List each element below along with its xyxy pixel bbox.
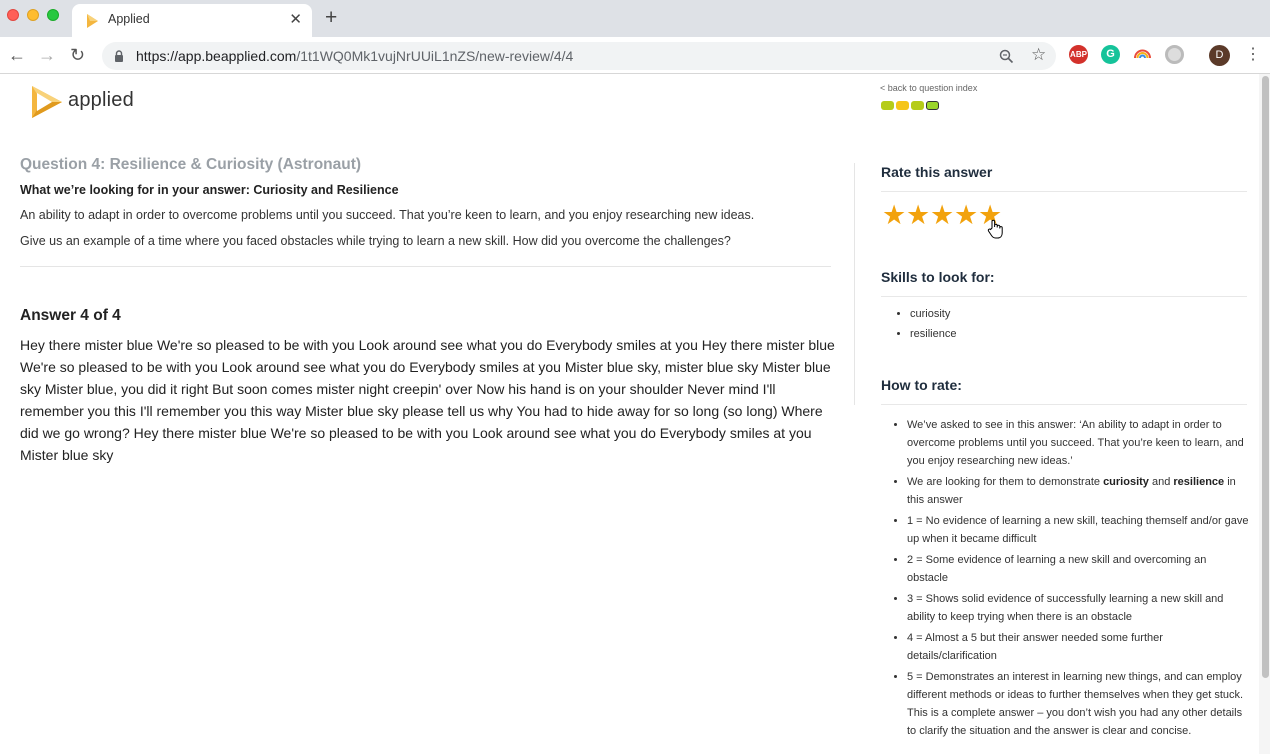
skills-list: curiosity resilience <box>910 307 956 347</box>
window-maximize-button[interactable] <box>47 9 59 21</box>
browser-tab-bar: Applied ✕ + <box>0 0 1270 37</box>
url-host: https://app.beapplied.com <box>136 48 297 64</box>
new-tab-button[interactable]: + <box>325 6 337 30</box>
scrollbar-thumb[interactable] <box>1262 76 1269 678</box>
page-scrollbar[interactable] <box>1259 74 1270 754</box>
lock-icon <box>115 50 123 62</box>
url-path: /1t1WQ0Mk1vujNrUUiL1nZS/new-review/4/4 <box>296 48 574 64</box>
question-description: An ability to adapt in order to overcome… <box>20 208 755 222</box>
how-to-rate-heading: How to rate: <box>881 377 962 393</box>
circle-extension-icon[interactable] <box>1165 45 1184 64</box>
question-prompt: Give us an example of a time where you f… <box>20 234 731 248</box>
applied-favicon-icon <box>87 14 98 28</box>
star-1-icon[interactable]: ★ <box>882 200 906 230</box>
progress-step-1[interactable] <box>881 101 894 110</box>
skills-heading: Skills to look for: <box>881 269 995 285</box>
zoom-icon[interactable] <box>999 49 1014 64</box>
looking-for-heading: What we’re looking for in your answer: C… <box>20 183 399 197</box>
tab-title: Applied <box>108 12 150 26</box>
bookmark-star-icon[interactable]: ☆ <box>1031 45 1046 65</box>
star-rating[interactable]: ★★★★★ <box>882 200 1002 230</box>
rate-answer-heading: Rate this answer <box>881 164 993 180</box>
how-to-rate-item: 3 = Shows solid evidence of successfully… <box>907 590 1249 626</box>
browser-toolbar: ← → ↻ https://app.beapplied.com/1t1WQ0Mk… <box>0 37 1270 74</box>
window-minimize-button[interactable] <box>27 9 39 21</box>
column-divider <box>854 163 855 405</box>
progress-step-4[interactable] <box>926 101 939 110</box>
rainbow-extension-icon[interactable] <box>1133 45 1152 64</box>
progress-step-3[interactable] <box>911 101 924 110</box>
how-to-rate-item: 2 = Some evidence of learning a new skil… <box>907 551 1249 587</box>
skill-item: curiosity <box>910 307 956 327</box>
url-text[interactable]: https://app.beapplied.com/1t1WQ0Mk1vujNr… <box>136 48 573 64</box>
star-3-icon[interactable]: ★ <box>930 200 954 230</box>
browser-menu-icon[interactable]: ⋮ <box>1245 44 1261 64</box>
answer-text: Hey there mister blue We're so pleased t… <box>20 337 835 463</box>
hand-cursor-icon <box>987 219 1003 239</box>
answer-heading: Answer 4 of 4 <box>20 307 121 324</box>
skills-divider <box>881 296 1247 297</box>
star-2-icon[interactable]: ★ <box>906 200 930 230</box>
how-to-rate-list: We’ve asked to see in this answer: ‘An a… <box>907 416 1249 743</box>
item-text: and <box>1148 476 1174 488</box>
tab-close-icon[interactable]: ✕ <box>289 10 302 28</box>
skill-emphasis: resilience <box>1173 476 1225 488</box>
reload-icon[interactable]: ↻ <box>70 45 85 65</box>
back-to-question-index-link[interactable]: < back to question index <box>880 83 977 93</box>
profile-avatar[interactable]: D <box>1209 45 1230 66</box>
how-to-rate-item: 5 = Demonstrates an interest in learning… <box>907 668 1249 740</box>
how-to-rate-item: 4 = Almost a 5 but their answer needed s… <box>907 629 1249 665</box>
browser-tab[interactable]: Applied ✕ <box>72 4 312 37</box>
applied-logo-icon <box>32 86 62 118</box>
how-to-rate-item: We are looking for them to demonstrate c… <box>907 473 1249 509</box>
section-divider <box>20 266 831 267</box>
how-to-rate-divider <box>881 404 1247 405</box>
grammarly-extension-icon[interactable]: G <box>1101 45 1120 64</box>
address-bar[interactable]: https://app.beapplied.com/1t1WQ0Mk1vujNr… <box>102 42 1056 70</box>
how-to-rate-item: 1 = No evidence of learning a new skill,… <box>907 512 1249 548</box>
back-arrow-icon[interactable]: ← <box>8 45 26 65</box>
question-title: Question 4: Resilience & Curiosity (Astr… <box>20 156 362 173</box>
window-close-button[interactable] <box>7 9 19 21</box>
skill-item: resilience <box>910 327 956 347</box>
forward-arrow-icon[interactable]: → <box>38 45 56 65</box>
review-progress <box>881 101 941 112</box>
skill-emphasis: curiosity <box>1103 476 1149 488</box>
how-to-rate-item: We’ve asked to see in this answer: ‘An a… <box>907 416 1249 470</box>
adblock-extension-icon[interactable]: ABP <box>1069 45 1088 64</box>
item-text: We are looking for them to demonstrate <box>907 476 1104 488</box>
progress-step-2[interactable] <box>896 101 909 110</box>
star-4-icon[interactable]: ★ <box>954 200 978 230</box>
rate-divider <box>881 191 1247 192</box>
page-content: applied < back to question index Questio… <box>0 74 1259 754</box>
logo-wordmark: applied <box>68 89 134 111</box>
